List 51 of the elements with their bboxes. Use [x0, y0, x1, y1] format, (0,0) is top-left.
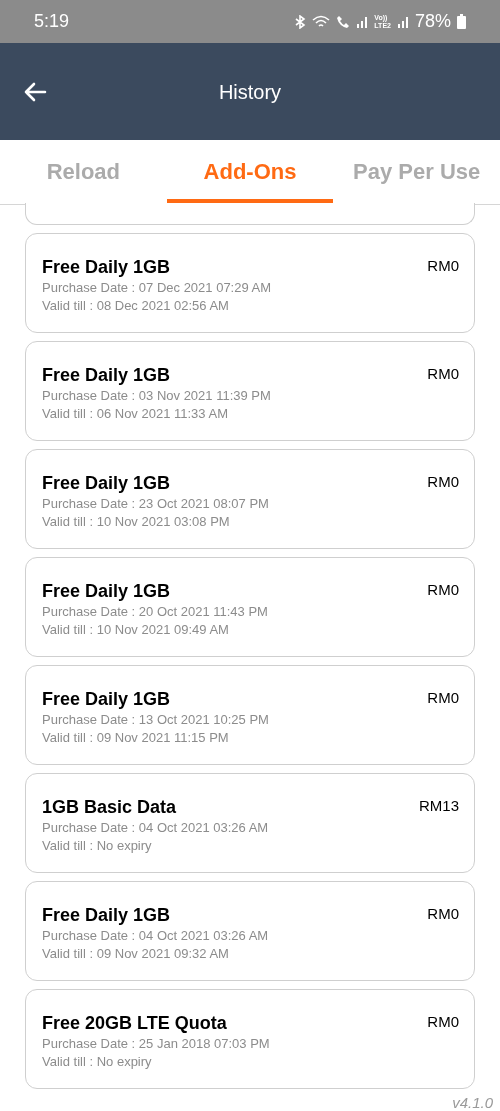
addon-card[interactable]: Free Daily 1GB Purchase Date : 20 Oct 2021 11:43 PM Valid till : 10 Nov 2021 09:49 AM RM0 [25, 557, 475, 657]
valid-till: Valid till : 09 Nov 2021 09:32 AM [42, 945, 230, 963]
price: RM0 [427, 472, 459, 492]
purchase-date: Purchase Date : 03 Nov 2021 11:39 PM [42, 387, 271, 405]
valid-till: Valid till : 10 Nov 2021 09:49 AM [42, 621, 230, 639]
price: RM0 [427, 256, 459, 276]
battery-percent: 78% [414, 10, 451, 33]
addon-name: Free Daily 1GB [42, 688, 172, 710]
purchase-date: Purchase Date : 20 Oct 2021 11:43 PM [42, 603, 268, 621]
addon-card[interactable]: Free Daily 1GB Purchase Date : 13 Oct 2021 10:25 PM Valid till : 09 Nov 2021 11:15 PM RM0 [25, 665, 475, 765]
price: RM0 [427, 1012, 459, 1032]
addon-name: Free Daily 1GB [42, 904, 172, 926]
valid-till: Valid till : 06 Nov 2021 11:33 AM [42, 405, 229, 423]
addon-card[interactable]: Free Daily 1GB Purchase Date : 07 Dec 2021 07:29 AM Valid till : 08 Dec 2021 02:56 AM RM0 [25, 233, 475, 333]
addon-card[interactable]: Free Daily 1GB Purchase Date : 03 Nov 2021 11:39 PM Valid till : 06 Nov 2021 11:33 AM RM0 [25, 341, 475, 441]
price: RM0 [427, 580, 459, 600]
purchase-date: Purchase Date : 23 Oct 2021 08:07 PM [42, 495, 269, 513]
header-title: History [218, 79, 282, 105]
phone-icon [336, 14, 351, 29]
addon-name: Free Daily 1GB [42, 364, 172, 386]
addon-card[interactable]: Free Daily 1GB Purchase Date : 23 Oct 2021 08:07 PM Valid till : 10 Nov 2021 03:08 PM RM0 [25, 449, 475, 549]
purchase-date: Purchase Date : 07 Dec 2021 07:29 AM [42, 279, 272, 297]
version-label: v4.1.0 [452, 1094, 493, 1111]
wifi-icon [312, 14, 331, 29]
valid-till: Valid till : No expiry [42, 837, 153, 855]
addon-card[interactable]: 1GB Basic Data Purchase Date : 04 Oct 2021 03:26 AM Valid till : No expiry RM13 [25, 773, 475, 873]
bluetooth-icon [294, 14, 307, 29]
addon-name: Free Daily 1GB [42, 256, 172, 278]
battery-icon [457, 14, 466, 29]
price: RM0 [427, 688, 459, 708]
valid-till: Valid till : No expiry [42, 1053, 153, 1071]
valid-till: Valid till : 10 Nov 2021 03:08 PM [42, 513, 231, 531]
purchase-date: Purchase Date : 25 Jan 2018 07:03 PM [42, 1035, 270, 1053]
valid-till: Valid till : 08 Dec 2021 02:56 AM [42, 297, 230, 315]
addon-name: 1GB Basic Data [42, 796, 178, 818]
addon-card[interactable]: Free Daily 1GB Purchase Date : 04 Oct 2021 03:26 AM Valid till : 09 Nov 2021 09:32 AM RM0 [25, 881, 475, 981]
price: RM13 [419, 796, 459, 816]
signal-icon [356, 15, 369, 28]
addon-card[interactable]: Free 20GB LTE Quota Purchase Date : 25 Jan 2018 07:03 PM Valid till : No expiry RM0 [25, 989, 475, 1089]
back-arrow-icon [23, 82, 47, 102]
price: RM0 [427, 364, 459, 384]
price: RM0 [427, 904, 459, 924]
clock-time: 5:19 [34, 10, 70, 33]
valid-till: Valid till : 09 Nov 2021 11:15 PM [42, 729, 230, 747]
purchase-date: Purchase Date : 04 Oct 2021 03:26 AM [42, 927, 269, 945]
purchase-date: Purchase Date : 13 Oct 2021 10:25 PM [42, 711, 269, 729]
signal-icon [396, 15, 409, 28]
purchase-date: Purchase Date : 04 Oct 2021 03:26 AM [42, 819, 269, 837]
addon-name: Free Daily 1GB [42, 472, 172, 494]
addon-name: Free 20GB LTE Quota [42, 1012, 228, 1034]
addon-name: Free Daily 1GB [42, 580, 172, 602]
